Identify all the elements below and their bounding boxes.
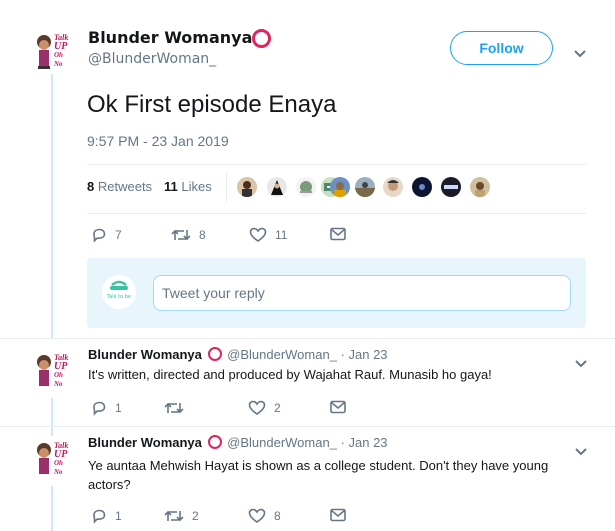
liker-avatar[interactable] <box>296 177 316 197</box>
thread-line <box>51 486 53 531</box>
chevron-down-icon[interactable] <box>573 44 587 58</box>
avatar-text: Talk UP Oh No <box>54 353 69 388</box>
like-count: 8 <box>274 509 281 523</box>
liker-avatar[interactable] <box>267 177 287 197</box>
retweet-count: 2 <box>192 509 199 523</box>
reply-icon <box>93 509 106 524</box>
avatar-text: Talk UP Oh No <box>54 441 69 476</box>
thread-line <box>51 74 53 339</box>
retweet-action[interactable]: 8 <box>171 227 206 243</box>
reply-count: 1 <box>115 401 122 415</box>
chevron-down-icon[interactable] <box>574 442 588 456</box>
reply-header: Blunder Womanya @BlunderWoman_ · Jan 23 <box>88 435 388 450</box>
reply-date[interactable]: · Jan 23 <box>341 347 388 362</box>
chevron-down-icon[interactable] <box>574 354 588 368</box>
retweet-stat-label: Retweets <box>97 179 153 194</box>
heart-icon <box>248 508 266 523</box>
retweet-stat-count: 8 <box>87 179 95 194</box>
retweet-icon <box>171 229 191 241</box>
reply-input[interactable]: Tweet your reply <box>153 275 571 311</box>
ring-badge-icon <box>252 29 271 48</box>
composer-avatar-label: Talk to be <box>106 294 132 300</box>
reply-text-line: actors? <box>88 477 131 492</box>
avatar[interactable]: Talk UP Oh No <box>32 350 72 390</box>
follow-button[interactable]: Follow <box>450 31 553 65</box>
divider <box>0 338 615 339</box>
thread-line <box>51 398 53 436</box>
liker-avatar[interactable] <box>355 177 375 197</box>
retweet-count: 8 <box>199 228 206 242</box>
envelope-icon <box>330 508 346 522</box>
reply-action[interactable]: 7 <box>91 227 122 243</box>
display-name[interactable]: Blunder Womanya <box>88 28 252 47</box>
reply-text: It's written, directed and produced by W… <box>88 367 492 382</box>
composer-avatar: Talk to be <box>102 275 136 309</box>
dm-action[interactable] <box>330 508 346 522</box>
dm-action[interactable] <box>330 227 346 241</box>
dm-action[interactable] <box>330 400 346 414</box>
reply-count: 1 <box>115 509 122 523</box>
reply-text: Ye auntaa Mehwish Hayat is shown as a co… <box>88 456 548 494</box>
tweet-timestamp[interactable]: 9:57 PM - 23 Jan 2019 <box>87 133 229 149</box>
reply-text-line: Ye auntaa Mehwish Hayat is shown as a co… <box>88 458 549 473</box>
reply-action[interactable]: 1 <box>91 508 122 524</box>
reply-count: 7 <box>115 228 122 242</box>
reply-display-name[interactable]: Blunder Womanya <box>88 435 202 450</box>
retweet-stat[interactable]: 8 Retweets <box>87 179 152 194</box>
avatar[interactable]: Talk UP Oh No <box>32 30 72 70</box>
reply-icon <box>93 401 106 416</box>
reply-handle[interactable]: @BlunderWoman_ <box>227 347 337 362</box>
like-count: 11 <box>275 228 288 242</box>
liker-avatar[interactable] <box>383 177 403 197</box>
liker-avatar[interactable] <box>412 177 432 197</box>
user-handle[interactable]: @BlunderWoman_ <box>88 51 216 67</box>
like-stat-count: 11 <box>164 179 178 194</box>
tweet-text: Ok First episode Enaya <box>87 91 337 118</box>
like-stat[interactable]: 11 Likes <box>164 179 212 194</box>
liker-avatar[interactable] <box>441 177 461 197</box>
liker-avatar[interactable] <box>237 177 257 197</box>
ring-badge-icon <box>207 347 222 361</box>
like-count: 2 <box>274 401 281 415</box>
avatar-text: Talk UP Oh No <box>54 33 69 68</box>
stats-separator <box>226 172 227 202</box>
like-stat-label: Likes <box>181 179 212 194</box>
reply-icon <box>93 228 106 243</box>
envelope-icon <box>330 400 346 414</box>
retweet-icon <box>164 510 184 522</box>
heart-icon <box>249 227 267 242</box>
like-action[interactable]: 2 <box>248 400 281 416</box>
reply-header: Blunder Womanya @BlunderWoman_ · Jan 23 <box>88 347 388 362</box>
reply-display-name[interactable]: Blunder Womanya <box>88 347 202 362</box>
like-action[interactable]: 11 <box>249 227 287 243</box>
reply-date[interactable]: · Jan 23 <box>341 435 388 450</box>
like-action[interactable]: 8 <box>248 508 281 524</box>
liker-avatar[interactable] <box>470 177 490 197</box>
divider <box>87 164 586 165</box>
reply-handle[interactable]: @BlunderWoman_ <box>227 435 337 450</box>
retweet-action[interactable] <box>164 400 192 416</box>
divider <box>87 213 586 214</box>
envelope-icon <box>330 227 346 241</box>
liker-avatar[interactable] <box>330 177 350 197</box>
avatar[interactable]: Talk UP Oh No <box>32 438 72 478</box>
heart-icon <box>248 400 266 415</box>
divider <box>0 426 615 427</box>
retweet-icon <box>164 402 184 414</box>
retweet-action[interactable]: 2 <box>164 508 199 524</box>
ring-badge-icon <box>207 435 222 449</box>
reply-action[interactable]: 1 <box>91 400 122 416</box>
